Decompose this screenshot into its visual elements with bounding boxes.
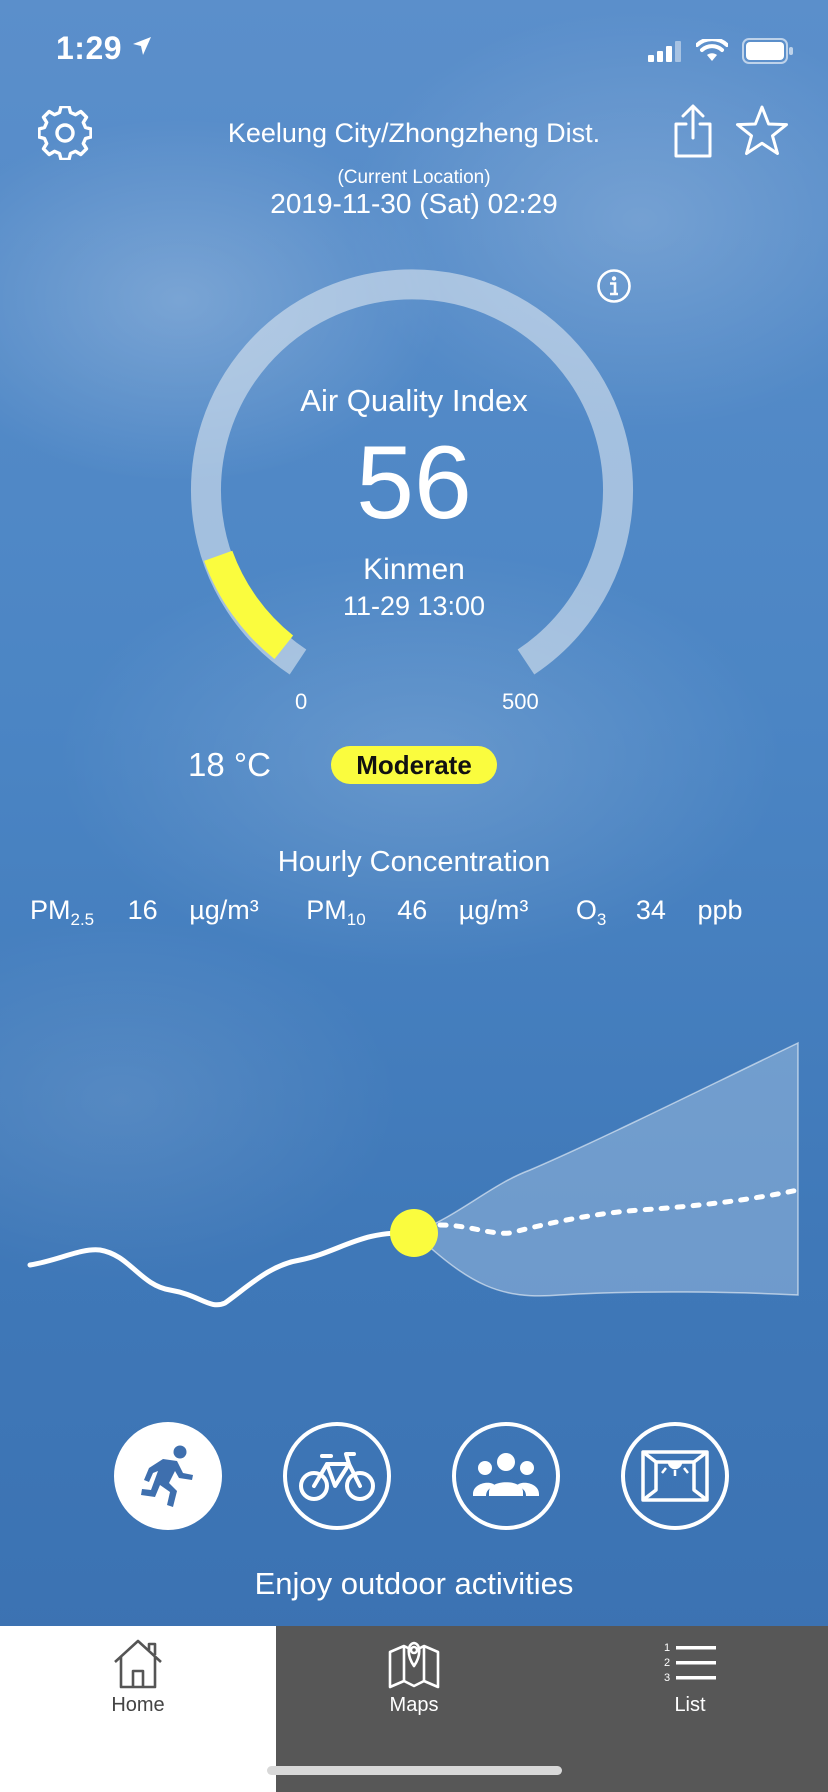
pm25-sub: 2.5 — [70, 910, 95, 929]
activity-row — [114, 1422, 729, 1530]
station-name: Kinmen — [363, 553, 465, 586]
tab-home-label: Home — [111, 1694, 165, 1716]
aqi-value: 56 — [356, 425, 472, 541]
activity-group[interactable] — [452, 1422, 560, 1530]
info-button[interactable] — [596, 268, 632, 309]
aqi-label: Air Quality Index — [300, 383, 528, 418]
window-icon — [641, 1450, 709, 1502]
map-icon — [388, 1641, 440, 1689]
bicycle-icon — [299, 1452, 375, 1501]
activity-cycling[interactable] — [283, 1422, 391, 1530]
tab-maps-label: Maps — [389, 1694, 439, 1716]
gauge-scale-max: 500 — [502, 689, 539, 714]
pm25-label: PM2.5 — [30, 895, 94, 930]
gauge-scale-min: 0 — [295, 689, 308, 714]
pm10-name: PM — [306, 895, 347, 925]
pm25-unit: µg/m³ — [189, 895, 259, 925]
svg-text:1: 1 — [664, 1642, 670, 1654]
o3-name: O — [575, 895, 597, 925]
pm10-label: PM10 — [306, 895, 365, 930]
temperature: 18 °C — [188, 746, 271, 783]
concentration-row: PM2.5 16 µg/m³ PM10 46 µg/m³ O3 34 ppb — [30, 895, 743, 930]
activity-message: Enjoy outdoor activities — [254, 1566, 574, 1601]
running-icon — [141, 1445, 193, 1507]
home-icon — [114, 1639, 162, 1689]
o3-unit: ppb — [697, 895, 743, 925]
status-badge: Moderate — [331, 746, 497, 784]
pm25-value: 16 — [127, 895, 158, 925]
history-line — [27, 1230, 417, 1308]
current-point — [390, 1209, 438, 1257]
list-icon: 1 2 3 — [664, 1642, 716, 1684]
activity-running[interactable] — [114, 1422, 222, 1530]
info-icon — [597, 269, 631, 303]
station-time: 11-29 13:00 — [342, 591, 486, 621]
o3-sub: 3 — [596, 910, 607, 929]
aqi-trend-chart — [27, 1041, 801, 1308]
o3-label: O3 — [576, 895, 606, 930]
svg-text:2: 2 — [664, 1657, 670, 1669]
home-indicator — [267, 1766, 562, 1775]
tab-home[interactable]: Home — [0, 1626, 276, 1792]
o3-value: 34 — [635, 895, 666, 925]
tab-list-label: List — [674, 1694, 706, 1716]
activity-window[interactable] — [621, 1422, 729, 1530]
pm10-sub: 10 — [346, 910, 366, 929]
pm10-value: 46 — [397, 895, 428, 925]
svg-text:3: 3 — [664, 1672, 670, 1684]
pm10-unit: µg/m³ — [458, 895, 529, 925]
hourly-concentration-title: Hourly Concentration — [277, 846, 551, 878]
pm25-name: PM — [30, 895, 71, 925]
group-icon — [473, 1453, 539, 1496]
tab-list[interactable]: 1 2 3 List — [552, 1626, 828, 1792]
forecast-range-band — [412, 1041, 799, 1297]
